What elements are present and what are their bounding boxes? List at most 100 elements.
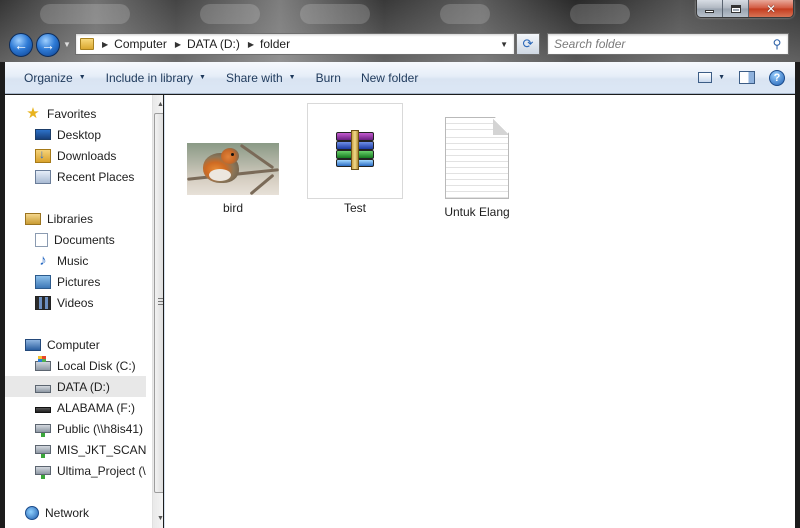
sidebar-label: Public (\\h8is41) bbox=[57, 421, 144, 436]
sidebar-label: DATA (D:) bbox=[57, 379, 110, 394]
libraries-icon bbox=[25, 212, 41, 225]
recent-pages-dropdown[interactable]: ▼ bbox=[63, 40, 71, 49]
maximize-icon bbox=[730, 4, 741, 13]
breadcrumb-data-drive[interactable]: DATA (D:) bbox=[187, 37, 240, 51]
sidebar-item-mis-jkt-scan[interactable]: MIS_JKT_SCAN$ bbox=[5, 439, 146, 460]
music-icon: ♪ bbox=[39, 251, 47, 269]
sidebar-header-computer[interactable]: Computer bbox=[5, 334, 146, 355]
file-item-untuk-elang[interactable]: Untuk Elang bbox=[429, 103, 525, 223]
minimize-icon bbox=[705, 10, 714, 13]
network-drive-icon bbox=[35, 466, 51, 479]
include-in-library-button[interactable]: Include in library ▼ bbox=[96, 62, 216, 93]
network-drive-icon bbox=[35, 424, 51, 437]
navigation-pane: ★ Favorites Desktop Downloads Recent Plac… bbox=[5, 95, 163, 528]
sidebar-item-public-network[interactable]: Public (\\h8is41) bbox=[5, 418, 146, 439]
sidebar-item-documents[interactable]: Documents bbox=[5, 229, 146, 250]
network-drive-icon bbox=[35, 445, 51, 458]
burn-button[interactable]: Burn bbox=[306, 62, 351, 93]
videos-icon bbox=[35, 295, 51, 310]
network-icon bbox=[25, 505, 39, 520]
scrollbar-thumb[interactable] bbox=[154, 113, 163, 493]
sidebar-item-ultima-project[interactable]: Ultima_Project (\ bbox=[5, 460, 146, 481]
change-view-icon[interactable] bbox=[698, 72, 713, 83]
command-bar: Organize ▼ Include in library ▼ Share with… bbox=[5, 62, 795, 94]
sidebar-item-pictures[interactable]: Pictures bbox=[5, 271, 146, 292]
sidebar-label: Computer bbox=[47, 337, 100, 352]
sidebar-item-alabama-f[interactable]: ALABAMA (F:) bbox=[5, 397, 146, 418]
sidebar-label: Network bbox=[45, 505, 90, 520]
breadcrumb-arrow-icon[interactable]: ▶ bbox=[248, 40, 254, 49]
sidebar-header-favorites[interactable]: ★ Favorites bbox=[5, 103, 146, 124]
chevron-down-icon: ▼ bbox=[78, 74, 86, 81]
share-with-button[interactable]: Share with ▼ bbox=[216, 62, 306, 93]
image-thumbnail bbox=[187, 143, 279, 195]
forward-button[interactable]: → bbox=[36, 33, 60, 57]
breadcrumb-computer[interactable]: Computer bbox=[114, 37, 167, 51]
sidebar-label: Videos bbox=[57, 295, 94, 310]
minimize-button[interactable] bbox=[697, 0, 723, 17]
computer-icon bbox=[25, 338, 41, 351]
sidebar-item-downloads[interactable]: Downloads bbox=[5, 145, 146, 166]
chevron-down-icon: ▼ bbox=[288, 74, 296, 81]
search-box: ⚲ bbox=[547, 33, 789, 55]
file-tile-frame bbox=[307, 103, 403, 199]
help-icon[interactable]: ? bbox=[769, 69, 785, 86]
new-folder-label: New folder bbox=[360, 70, 419, 85]
removable-drive-icon bbox=[35, 407, 51, 413]
address-bar[interactable]: ▶ Computer ▶ DATA (D:) ▶ folder ▼ bbox=[75, 33, 515, 55]
organize-button[interactable]: Organize ▼ bbox=[5, 62, 96, 93]
maximize-button[interactable] bbox=[723, 0, 749, 17]
burn-label: Burn bbox=[315, 70, 341, 85]
file-list-pane: bird Test Untuk Elang bbox=[164, 95, 795, 528]
sidebar-item-data-d[interactable]: DATA (D:) bbox=[5, 376, 146, 397]
back-button[interactable]: ← bbox=[9, 33, 33, 57]
grip-icon bbox=[158, 298, 163, 305]
include-in-library-label: Include in library bbox=[105, 70, 194, 85]
arrow-right-icon: → bbox=[41, 37, 55, 53]
sidebar-label: Documents bbox=[54, 232, 115, 247]
scroll-down-arrow-icon[interactable]: ▼ bbox=[153, 511, 163, 526]
sidebar-item-music[interactable]: ♪ Music bbox=[5, 250, 146, 271]
view-options-dropdown[interactable]: ▼ bbox=[718, 74, 725, 81]
text-document-icon bbox=[445, 117, 509, 199]
sidebar-label: Favorites bbox=[47, 106, 97, 121]
close-button[interactable]: ✕ bbox=[749, 0, 793, 17]
sidebar-header-libraries[interactable]: Libraries bbox=[5, 208, 146, 229]
breadcrumb-folder[interactable]: folder bbox=[260, 37, 290, 51]
recent-places-icon bbox=[35, 169, 51, 184]
file-name: bird bbox=[222, 201, 243, 215]
pictures-icon bbox=[35, 274, 51, 289]
sidebar-item-desktop[interactable]: Desktop bbox=[5, 124, 146, 145]
search-input[interactable] bbox=[554, 35, 768, 53]
sidebar-label: Music bbox=[57, 253, 89, 268]
sidebar-header-network[interactable]: Network bbox=[5, 502, 146, 523]
caption-buttons: ✕ bbox=[696, 0, 794, 18]
scroll-up-arrow-icon[interactable]: ▲ bbox=[153, 97, 163, 112]
file-item-bird[interactable]: bird bbox=[185, 103, 281, 223]
folder-icon bbox=[80, 38, 94, 50]
arrow-left-icon: ← bbox=[14, 37, 28, 53]
sidebar-label: Desktop bbox=[57, 127, 102, 142]
file-name: Test bbox=[343, 201, 366, 215]
breadcrumb-arrow-icon[interactable]: ▶ bbox=[102, 40, 108, 49]
share-with-label: Share with bbox=[225, 70, 283, 85]
address-history-dropdown[interactable]: ▼ bbox=[500, 40, 508, 49]
navigation-pane-scrollbar[interactable]: ▲ ▼ bbox=[152, 95, 163, 528]
hard-drive-icon bbox=[35, 384, 51, 393]
sidebar-label: ALABAMA (F:) bbox=[57, 400, 136, 415]
file-item-test[interactable]: Test bbox=[307, 103, 403, 223]
sidebar-item-local-disk-c[interactable]: Local Disk (C:) bbox=[5, 355, 146, 376]
sidebar-item-videos[interactable]: Videos bbox=[5, 292, 146, 313]
sidebar-label: Local Disk (C:) bbox=[57, 358, 136, 373]
refresh-button[interactable]: ⟳ bbox=[516, 33, 540, 55]
new-folder-button[interactable]: New folder bbox=[351, 62, 428, 93]
organize-label: Organize bbox=[24, 70, 73, 85]
preview-pane-icon[interactable] bbox=[739, 71, 755, 84]
sidebar-label: Recent Places bbox=[57, 169, 135, 184]
sidebar-item-recent-places[interactable]: Recent Places bbox=[5, 166, 146, 187]
windows-drive-icon bbox=[35, 355, 51, 371]
sidebar-label: MIS_JKT_SCAN$ bbox=[57, 442, 146, 457]
documents-icon bbox=[35, 232, 48, 247]
breadcrumb-arrow-icon[interactable]: ▶ bbox=[175, 40, 181, 49]
search-icon[interactable]: ⚲ bbox=[768, 37, 786, 51]
